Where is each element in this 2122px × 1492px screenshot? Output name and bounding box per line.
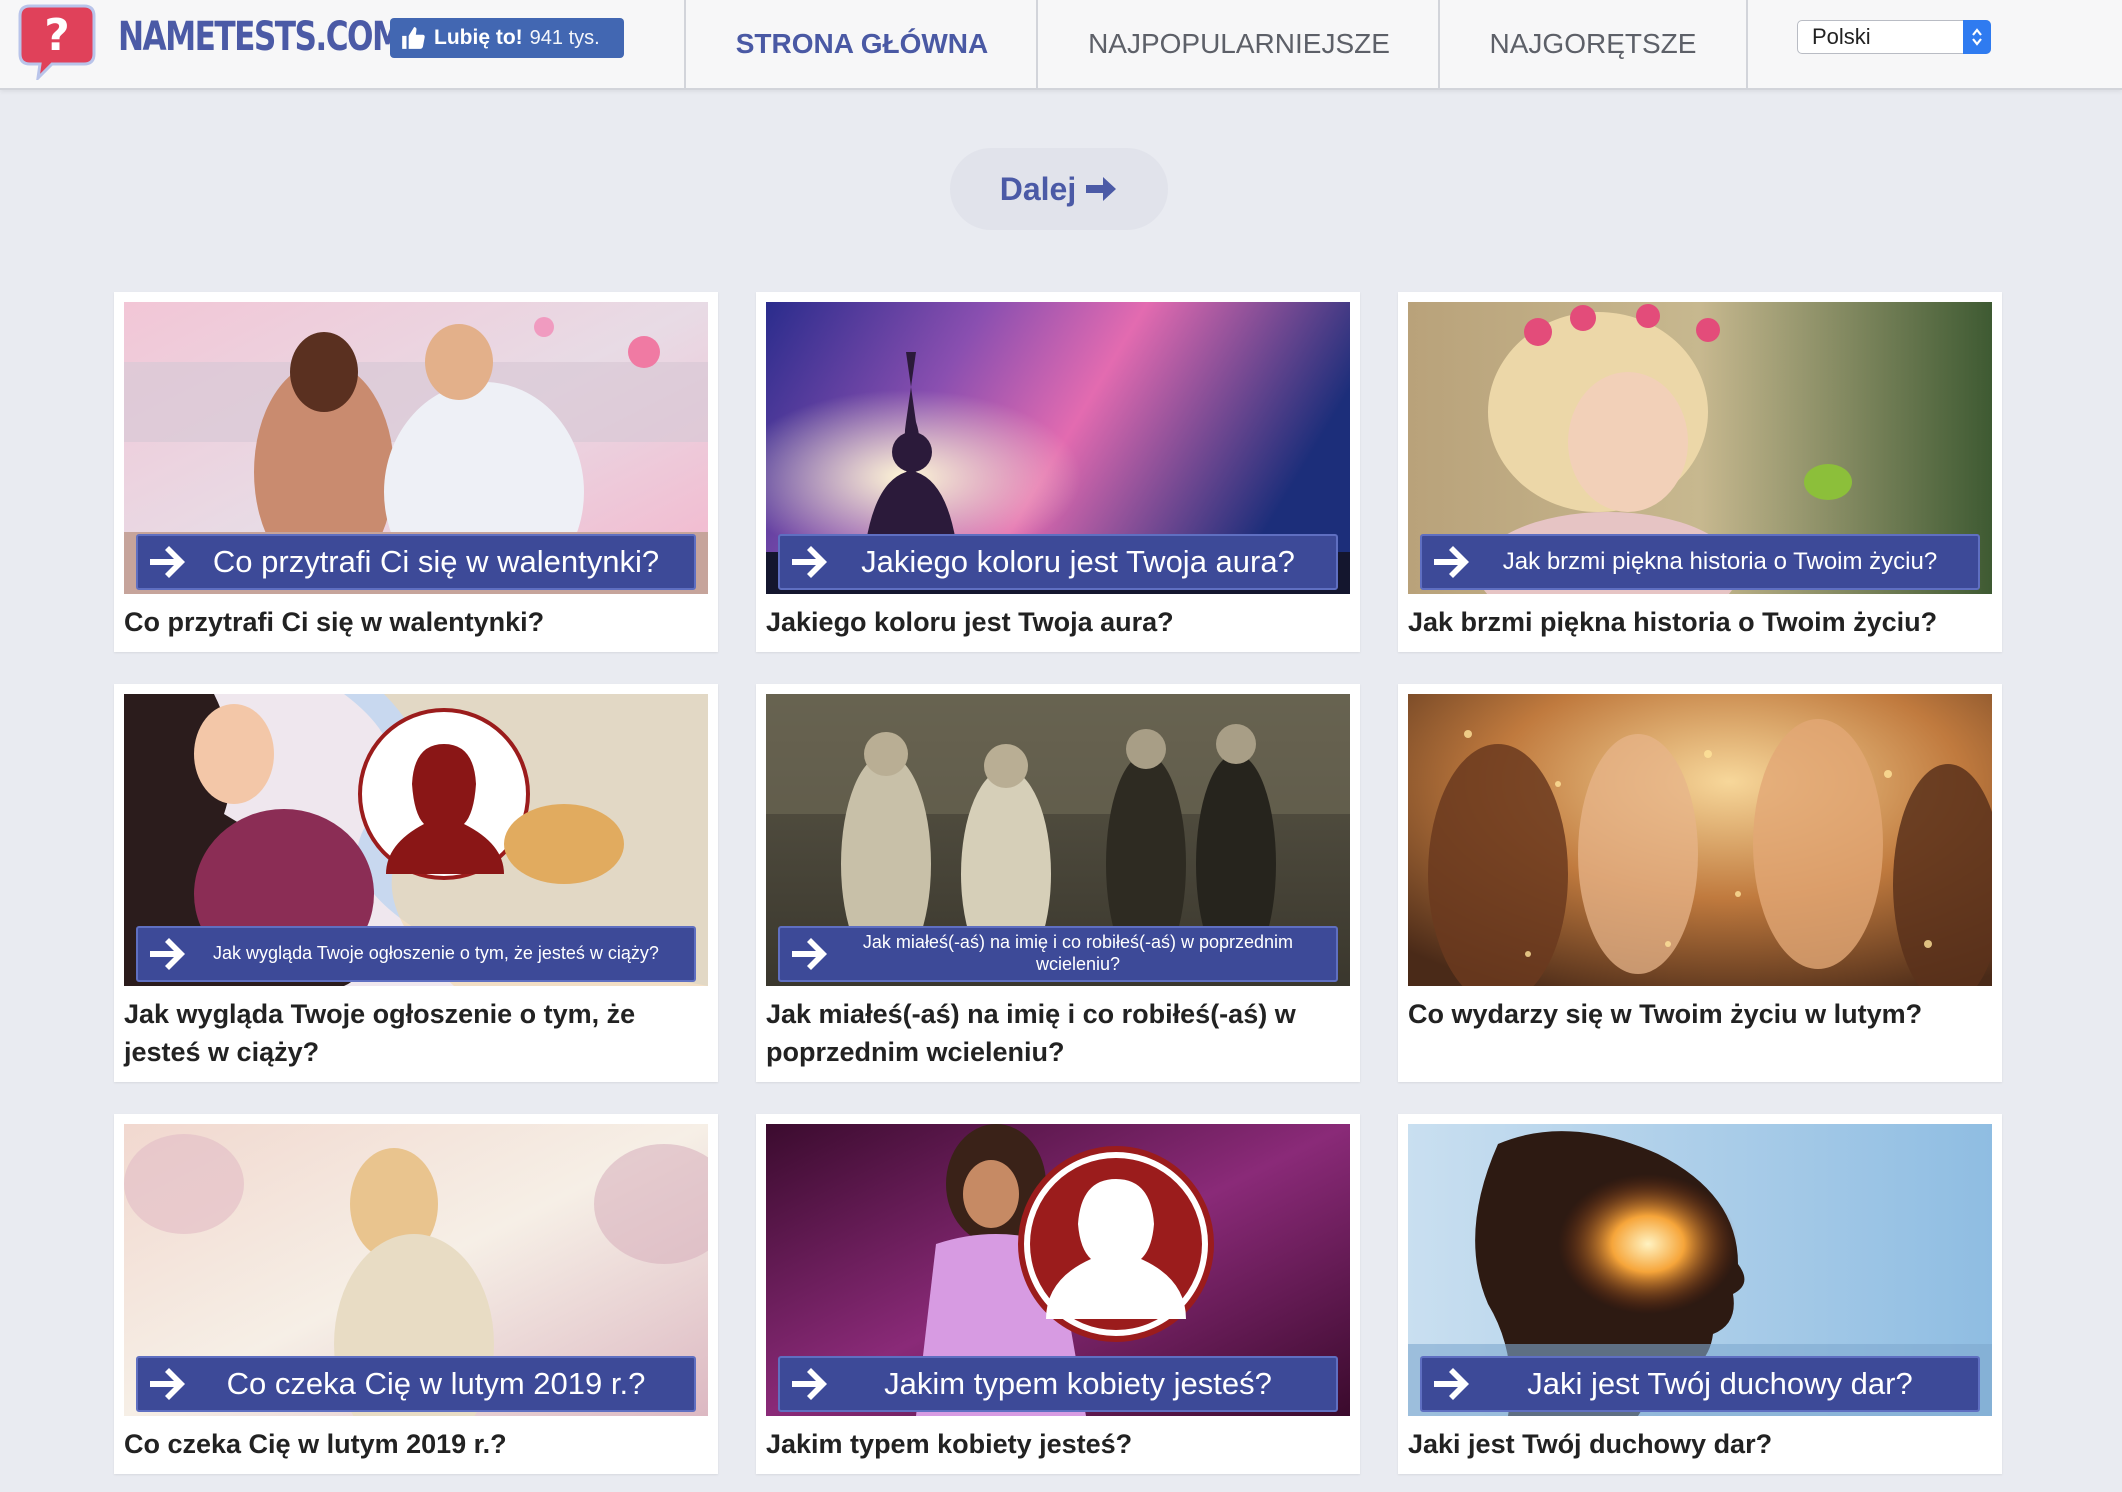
top-navigation-bar: ? NAMETESTS.COM Lubię to! 941 tys. STRON… [0, 0, 2122, 90]
banner-text: Jakim typem kobiety jesteś? [884, 1366, 1272, 1402]
quiz-title[interactable]: Co przytrafi Ci się w walentynki? [124, 603, 704, 641]
facebook-like-button[interactable]: Lubię to! 941 tys. [390, 18, 624, 58]
quiz-image-spiritual-gift: Jaki jest Twój duchowy dar? [1408, 1124, 1992, 1416]
arrow-right-icon [1434, 1368, 1469, 1400]
quiz-card-spiritual-gift[interactable]: Jaki jest Twój duchowy dar? Jaki jest Tw… [1398, 1114, 2002, 1474]
select-arrows-icon [1963, 20, 1991, 54]
banner-text: Jakiego koloru jest Twoja aura? [861, 544, 1295, 580]
quiz-banner: Co czeka Cię w lutym 2019 r.? [136, 1356, 696, 1412]
quiz-image-pregnancy: Jak wygląda Twoje ogłoszenie o tym, że j… [124, 694, 708, 986]
quiz-title[interactable]: Jakim typem kobiety jesteś? [766, 1425, 1346, 1463]
quiz-title[interactable]: Jak wygląda Twoje ogłoszenie o tym, że j… [124, 995, 704, 1071]
quiz-banner: Jakiego koloru jest Twoja aura? [778, 534, 1338, 590]
quiz-title[interactable]: Co wydarzy się w Twoim życiu w lutym? [1408, 995, 1988, 1033]
question-bubble-icon: ? [18, 4, 96, 80]
quiz-card-life-story[interactable]: Jak brzmi piękna historia o Twoim życiu?… [1398, 292, 2002, 652]
language-select[interactable]: Polski [1797, 20, 1991, 54]
next-label: Dalej [999, 170, 1077, 207]
banner-text: Co przytrafi Ci się w walentynki? [212, 544, 660, 580]
quiz-title[interactable]: Jakiego koloru jest Twoja aura? [766, 603, 1346, 641]
nav-divider [1746, 0, 1748, 88]
like-count: 941 tys. [529, 26, 600, 49]
quiz-card-woman-type[interactable]: Jakim typem kobiety jesteś? Jakim typem … [756, 1114, 1360, 1474]
arrow-right-icon [1434, 546, 1469, 578]
quiz-card-valentines[interactable]: Co przytrafi Ci się w walentynki? Co prz… [114, 292, 718, 652]
quiz-banner: Jaki jest Twój duchowy dar? [1420, 1356, 1980, 1412]
quiz-banner: Jakim typem kobiety jesteś? [778, 1356, 1338, 1412]
arrow-right-icon [150, 546, 185, 578]
quiz-banner: Jak brzmi piękna historia o Twoim życiu? [1420, 534, 1980, 590]
quiz-image-past-life: Jak miałeś(-aś) na imię i co robiłeś(-aś… [766, 694, 1350, 986]
quiz-title[interactable]: Co czeka Cię w lutym 2019 r.? [124, 1425, 704, 1463]
quiz-image-february-life [1408, 694, 1992, 986]
arrow-right-icon [792, 938, 827, 970]
quiz-banner: Co przytrafi Ci się w walentynki? [136, 534, 696, 590]
quiz-card-past-life[interactable]: Jak miałeś(-aś) na imię i co robiłeś(-aś… [756, 684, 1360, 1082]
language-value: Polski [1812, 24, 1871, 49]
quiz-image-woman-type: Jakim typem kobiety jesteś? [766, 1124, 1350, 1416]
quiz-title[interactable]: Jaki jest Twój duchowy dar? [1408, 1425, 1988, 1463]
site-logo[interactable]: ? NAMETESTS.COM [18, 2, 403, 80]
quiz-card-pregnancy[interactable]: Jak wygląda Twoje ogłoszenie o tym, że j… [114, 684, 718, 1082]
like-label: Lubię to! [434, 26, 523, 49]
quiz-card-february-2019[interactable]: Co czeka Cię w lutym 2019 r.? Co czeka C… [114, 1114, 718, 1474]
banner-text: Jak brzmi piękna historia o Twoim życiu? [1502, 547, 1938, 575]
quiz-image-february-2019: Co czeka Cię w lutym 2019 r.? [124, 1124, 708, 1416]
quiz-banner: Jak miałeś(-aś) na imię i co robiłeś(-aś… [778, 926, 1338, 982]
arrow-right-icon [792, 546, 827, 578]
svg-text:?: ? [44, 10, 70, 61]
banner-text: Jak miałeś(-aś) na imię i co robiłeś(-aś… [862, 932, 1294, 974]
banner-text: Jaki jest Twój duchowy dar? [1527, 1366, 1913, 1402]
arrow-right-icon [150, 938, 185, 970]
arrow-right-icon [1086, 177, 1117, 201]
quiz-card-february-life[interactable]: Co wydarzy się w Twoim życiu w lutym? [1398, 684, 2002, 1082]
nav-most-popular[interactable]: NAJPOPULARNIEJSZE [1036, 0, 1440, 88]
arrow-right-icon [792, 1368, 827, 1400]
quiz-banner: Jak wygląda Twoje ogłoszenie o tym, że j… [136, 926, 696, 982]
next-button[interactable]: Dalej [950, 148, 1168, 230]
banner-text: Co czeka Cię w lutym 2019 r.? [226, 1366, 646, 1402]
nav-hottest[interactable]: NAJGORĘTSZE [1438, 0, 1746, 88]
quiz-title[interactable]: Jak miałeś(-aś) na imię i co robiłeś(-aś… [766, 995, 1346, 1071]
nav-home[interactable]: STRONA GŁÓWNA [684, 0, 1038, 88]
logo-text: NAMETESTS.COM [118, 14, 403, 60]
thumbs-up-icon [402, 27, 425, 49]
arrow-right-icon [150, 1368, 185, 1400]
quiz-image-life-story: Jak brzmi piękna historia o Twoim życiu? [1408, 302, 1992, 594]
banner-text: Jak wygląda Twoje ogłoszenie o tym, że j… [213, 943, 659, 964]
quiz-image-aura: Jakiego koloru jest Twoja aura? [766, 302, 1350, 594]
quiz-image-valentines: Co przytrafi Ci się w walentynki? [124, 302, 708, 594]
quiz-title[interactable]: Jak brzmi piękna historia o Twoim życiu? [1408, 603, 1988, 641]
quiz-card-aura[interactable]: Jakiego koloru jest Twoja aura? Jakiego … [756, 292, 1360, 652]
